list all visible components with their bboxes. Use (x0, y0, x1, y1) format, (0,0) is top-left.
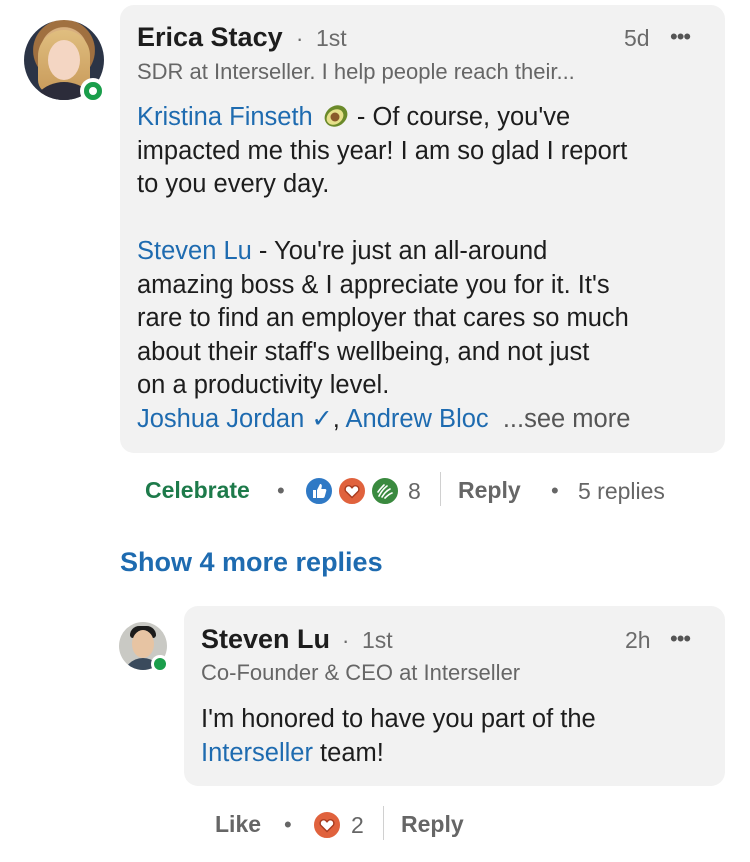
comment-line: rare to find an employer that cares so m… (137, 304, 629, 332)
comment-line: on a productivity level. (137, 371, 390, 399)
avocado-icon (324, 105, 348, 127)
see-more-link[interactable]: ...see more (503, 405, 631, 433)
reply-author-name[interactable]: Steven Lu (201, 624, 330, 655)
comment-line: Kristina Finseth - Of course, you've (137, 101, 630, 135)
reply-text: team! (312, 738, 384, 767)
replies-count-link[interactable]: 5 replies (578, 478, 665, 505)
online-status-icon (80, 78, 106, 104)
love-reaction-icon (337, 476, 367, 506)
celebrate-reaction-icon (370, 476, 400, 506)
comment-line: Steven Lu - You're just an all-around (137, 235, 630, 269)
comment-line: amazing boss & I appreciate you for it. … (137, 270, 610, 299)
mention-link[interactable]: Kristina Finseth (137, 103, 313, 131)
celebrate-button[interactable]: Celebrate (145, 477, 250, 504)
reply-body: I'm honored to have you part of the Inte… (201, 703, 596, 770)
author-headline: SDR at Interseller. I help people reach … (137, 59, 575, 84)
comment-text: , (332, 404, 340, 433)
mention-link[interactable]: Interseller (201, 739, 313, 767)
reply-timestamp: 2h (625, 627, 651, 653)
separator-dot: · (342, 628, 350, 653)
reaction-count[interactable]: 2 (351, 812, 364, 839)
separator-dot: • (277, 478, 285, 503)
like-reaction-icon (304, 476, 334, 506)
comment-text: - Of course, you've (349, 103, 571, 131)
divider (440, 472, 441, 506)
separator-dot: • (551, 478, 559, 503)
reaction-icons[interactable] (312, 810, 342, 840)
mention-link[interactable]: Andrew Bloc (346, 405, 489, 433)
comment-line: Joshua Jordan ✓, Andrew Bloc ...see more (137, 403, 630, 437)
reply-button[interactable]: Reply (401, 811, 464, 838)
avatar-face (48, 40, 80, 80)
reaction-icons[interactable] (304, 476, 404, 506)
like-button[interactable]: Like (215, 811, 261, 838)
connection-degree: 1st (362, 627, 393, 653)
author-headline: Co-Founder & CEO at Interseller (201, 660, 521, 685)
comment-body: Kristina Finseth - Of course, you've imp… (137, 101, 630, 436)
reply-line: Interseller team! (201, 737, 596, 771)
divider (383, 806, 384, 840)
comment-text: - You're just an all-around (251, 237, 548, 265)
separator-dot: · (296, 26, 304, 51)
comment-line: impacted me this year! I am so glad I re… (137, 136, 628, 165)
reply-line: I'm honored to have you part of the (201, 705, 596, 733)
reply-button[interactable]: Reply (458, 477, 521, 504)
mention-link[interactable]: Steven Lu (137, 237, 252, 265)
mention-link[interactable]: Joshua Jordan ✓ (137, 405, 333, 433)
show-more-replies-link[interactable]: Show 4 more replies (120, 547, 383, 578)
online-status-icon (151, 655, 169, 673)
comment-timestamp: 5d (624, 25, 650, 51)
connection-degree: 1st (316, 25, 347, 51)
avatar-face (132, 630, 154, 658)
more-horizontal-icon[interactable]: ••• (670, 24, 691, 50)
comment-line: about their staff's wellbeing, and not j… (137, 337, 590, 366)
separator-dot: • (284, 812, 292, 837)
love-reaction-icon (312, 810, 342, 840)
more-horizontal-icon[interactable]: ••• (670, 626, 691, 652)
comment-line: to you every day. (137, 170, 330, 198)
comment-author-name[interactable]: Erica Stacy (137, 22, 283, 53)
reaction-count[interactable]: 8 (408, 478, 421, 505)
